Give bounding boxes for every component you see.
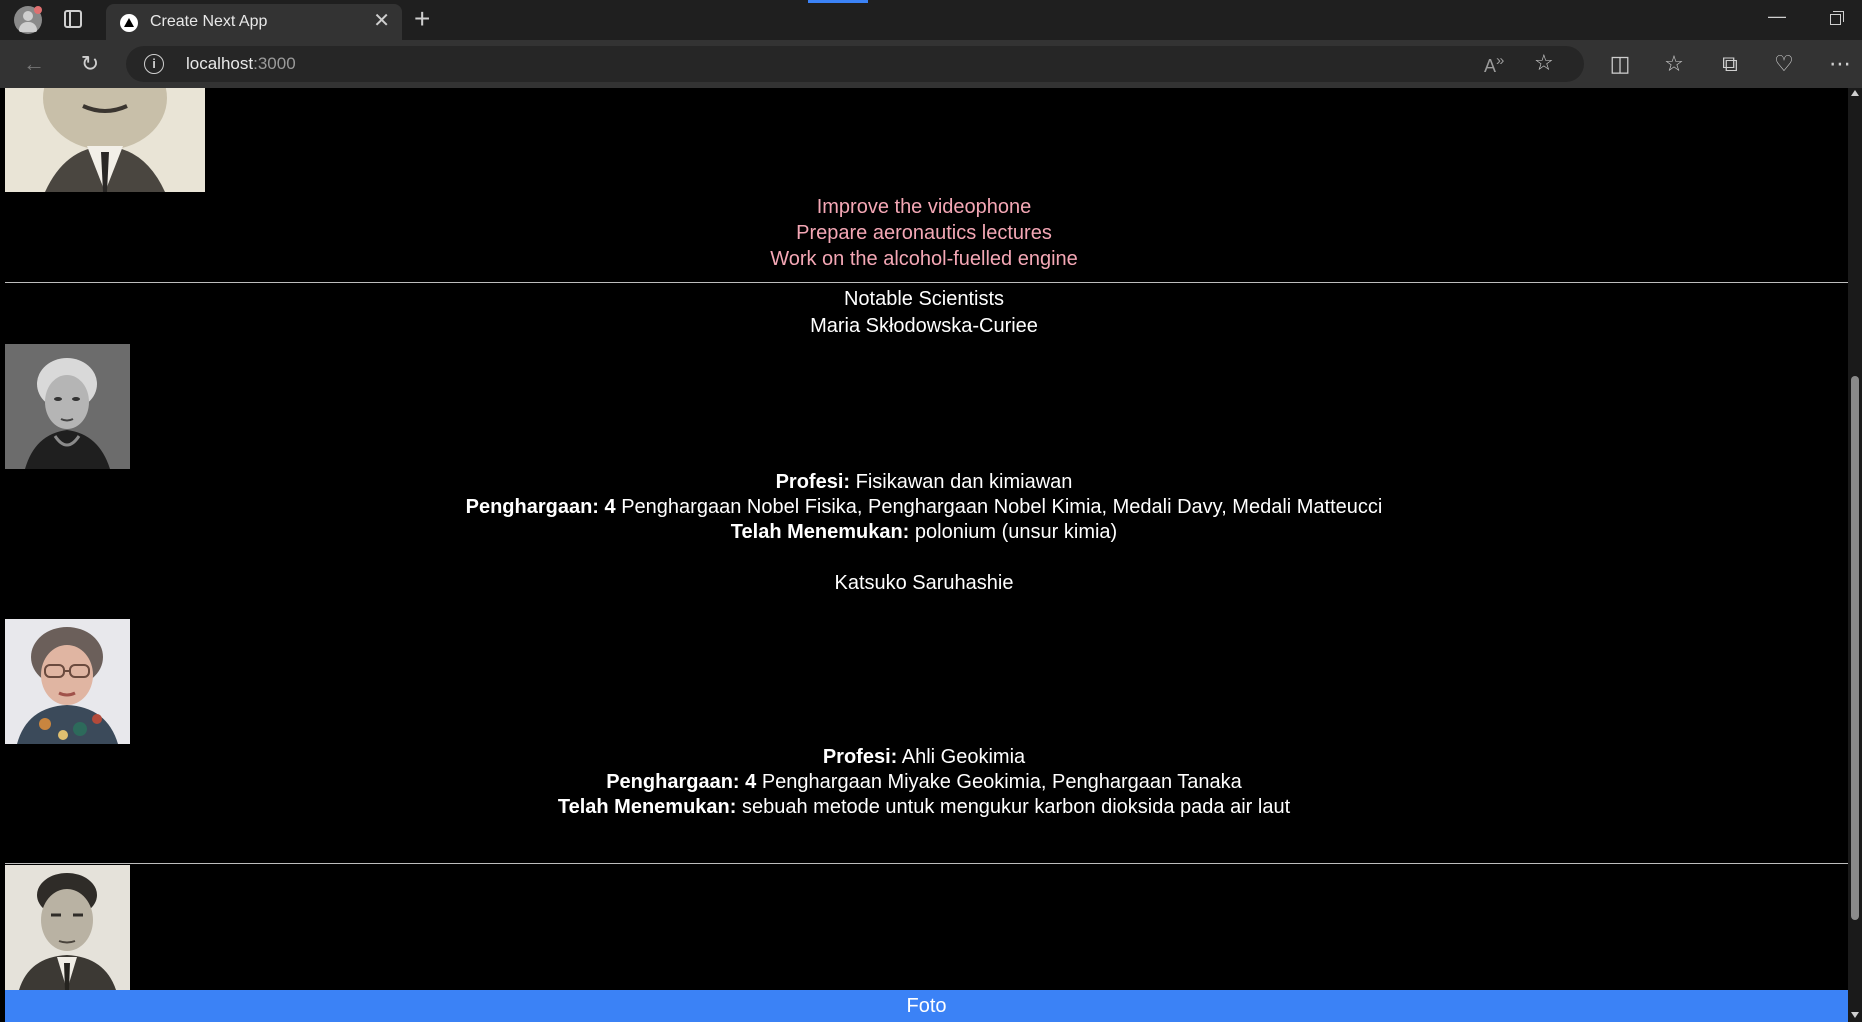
tab-actions-icon[interactable] [64,10,82,28]
back-arrow-icon[interactable]: ← [20,50,48,78]
collections-icon[interactable]: ⧉ [1716,50,1744,78]
favorites-icon[interactable]: ☆ [1660,50,1688,78]
divider [5,863,1848,864]
photo-footer-button[interactable]: Foto [5,990,1848,1022]
minimize-icon[interactable]: — [1768,6,1786,27]
scientist-name: Maria Skłodowska-Curiee [810,315,1038,337]
todo-item: Prepare aeronautics lectures [796,222,1052,244]
browser-essentials-icon[interactable]: ♡ [1770,50,1798,78]
scientist-photo [5,865,130,990]
read-aloud-icon[interactable]: A» [1484,52,1504,77]
close-tab-icon[interactable]: ✕ [373,10,390,32]
scientist-discovery: Telah Menemukan: sebuah metode untuk men… [557,796,1291,818]
scientist-discovery: Telah Menemukan: polonium (unsur kimia) [730,521,1118,543]
scientist-name: Katsuko Saruhashie [834,572,1014,594]
reload-icon[interactable]: ↻ [76,50,104,78]
window-drag-indicator [808,0,868,3]
scientist-photo-top [5,88,205,192]
page-content: Improve the videophone Prepare aeronauti… [0,88,1848,1022]
vertical-scrollbar[interactable] [1848,88,1862,1022]
site-info-icon[interactable]: i [144,54,164,74]
scroll-thumb[interactable] [1851,376,1859,920]
tab-title: Create Next App [150,13,268,30]
split-screen-icon[interactable]: ◫ [1606,50,1634,78]
favorite-star-icon[interactable]: ☆ [1534,50,1554,76]
todo-item: Work on the alcohol-fuelled engine [770,248,1078,270]
scroll-up-icon[interactable] [1851,90,1859,96]
browser-toolbar: ← ↻ i localhost:3000 A» ☆ ◫ ☆ ⧉ ♡ ⋯ [0,40,1862,88]
more-options-icon[interactable]: ⋯ [1826,50,1854,78]
browser-tab-bar: Create Next App ✕ + — [0,0,1862,40]
new-tab-icon[interactable]: + [414,4,430,34]
nextjs-favicon-icon [120,14,138,32]
scientist-awards: Penghargaan: 4 Penghargaan Miyake Geokim… [606,771,1242,793]
url-text[interactable]: localhost:3000 [186,54,296,74]
scientist-photo [5,344,130,469]
todo-item: Improve the videophone [816,196,1032,218]
section-title: Notable Scientists [843,288,1005,310]
scientist-photo [5,619,130,744]
browser-tab[interactable]: Create Next App ✕ [106,4,402,40]
scroll-down-icon[interactable] [1851,1012,1859,1018]
scientist-awards: Penghargaan: 4 Penghargaan Nobel Fisika,… [465,496,1383,518]
scientist-profession: Profesi: Fisikawan dan kimiawan [775,471,1073,493]
divider [5,282,1848,283]
profile-avatar-icon[interactable] [14,6,42,34]
scientist-profession: Profesi: Ahli Geokimia [822,746,1026,768]
address-bar[interactable]: i localhost:3000 A» ☆ [126,46,1584,82]
